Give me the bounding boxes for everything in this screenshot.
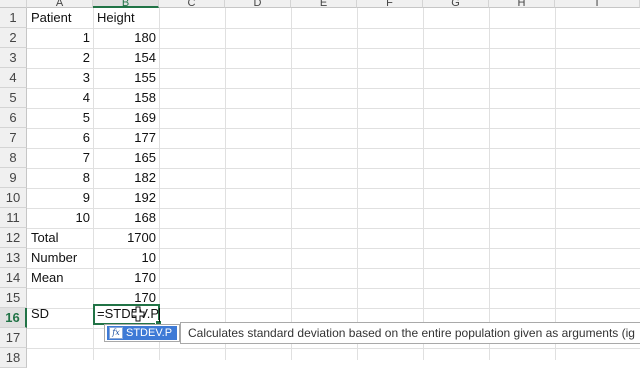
cell-a16[interactable]: SD [27,304,93,324]
cell-b6[interactable]: 169 [93,108,159,128]
row-header-3[interactable]: 3 [0,48,27,68]
function-icon: fx [109,327,123,339]
autocomplete-item-label: STDEV.P [126,327,173,339]
cell-b5[interactable]: 158 [93,88,159,108]
cell-editor[interactable]: =STDEV.P [97,304,161,324]
column-header-c[interactable]: C [159,0,225,8]
column-header-f[interactable]: F [357,0,423,8]
cell-a3[interactable]: 2 [27,48,93,68]
column-header-d[interactable]: D [225,0,291,8]
select-all-corner[interactable] [0,0,27,8]
cell-b4[interactable]: 155 [93,68,159,88]
cell-a4[interactable]: 3 [27,68,93,88]
row-header-1[interactable]: 1 [0,8,27,28]
autocomplete-dropdown[interactable]: fx STDEV.P [104,324,180,342]
function-tooltip: Calculates standard deviation based on t… [180,322,640,344]
cell-a9[interactable]: 8 [27,168,93,188]
cell-b11[interactable]: 168 [93,208,159,228]
cell-b8[interactable]: 165 [93,148,159,168]
column-header-h[interactable]: H [489,0,555,8]
cell-b12[interactable]: 1700 [93,228,159,248]
row-header-11[interactable]: 11 [0,208,27,228]
cell-a1[interactable]: Patient [27,8,93,28]
column-header-g[interactable]: G [423,0,489,8]
cell-a7[interactable]: 6 [27,128,93,148]
cell-b10[interactable]: 192 [93,188,159,208]
cell-b7[interactable]: 177 [93,128,159,148]
cell-b9[interactable]: 182 [93,168,159,188]
cell-a6[interactable]: 5 [27,108,93,128]
text-caret [159,307,161,322]
row-gridline [27,348,640,349]
cell-a14[interactable]: Mean [27,268,93,288]
row-header-7[interactable]: 7 [0,128,27,148]
cell-b3[interactable]: 154 [93,48,159,68]
row-header-8[interactable]: 8 [0,148,27,168]
cell-select-cursor-icon [131,306,145,322]
row-header-2[interactable]: 2 [0,28,27,48]
row-header-14[interactable]: 14 [0,268,27,288]
column-header-a[interactable]: A [27,0,93,8]
cell-a12[interactable]: Total [27,228,93,248]
row-header-6[interactable]: 6 [0,108,27,128]
autocomplete-item-stdev-p[interactable]: fx STDEV.P [107,326,177,340]
row-header-5[interactable]: 5 [0,88,27,108]
row-header-17[interactable]: 17 [0,328,27,348]
formula-text: =STDEV.P [97,306,160,321]
row-header-13[interactable]: 13 [0,248,27,268]
column-header-i[interactable]: I [555,0,640,8]
cell-a11[interactable]: 10 [27,208,93,228]
cell-b14[interactable]: 170 [93,268,159,288]
cell-a13[interactable]: Number [27,248,93,268]
row-header-18[interactable]: 18 [0,348,27,368]
row-header-16[interactable]: 16 [0,308,27,328]
cell-a10[interactable]: 9 [27,188,93,208]
cell-a5[interactable]: 4 [27,88,93,108]
spreadsheet-grid[interactable]: A B C D E F G H I 1 2 3 4 5 6 7 8 9 10 1… [0,0,640,368]
cell-b2[interactable]: 180 [93,28,159,48]
row-header-4[interactable]: 4 [0,68,27,88]
row-header-9[interactable]: 9 [0,168,27,188]
row-header-10[interactable]: 10 [0,188,27,208]
row-header-12[interactable]: 12 [0,228,27,248]
cell-b1[interactable]: Height [93,8,159,28]
cell-a8[interactable]: 7 [27,148,93,168]
row-header-15[interactable]: 15 [0,288,27,308]
column-header-e[interactable]: E [291,0,357,8]
cell-b13[interactable]: 10 [93,248,159,268]
column-header-b[interactable]: B [93,0,159,8]
cell-a2[interactable]: 1 [27,28,93,48]
